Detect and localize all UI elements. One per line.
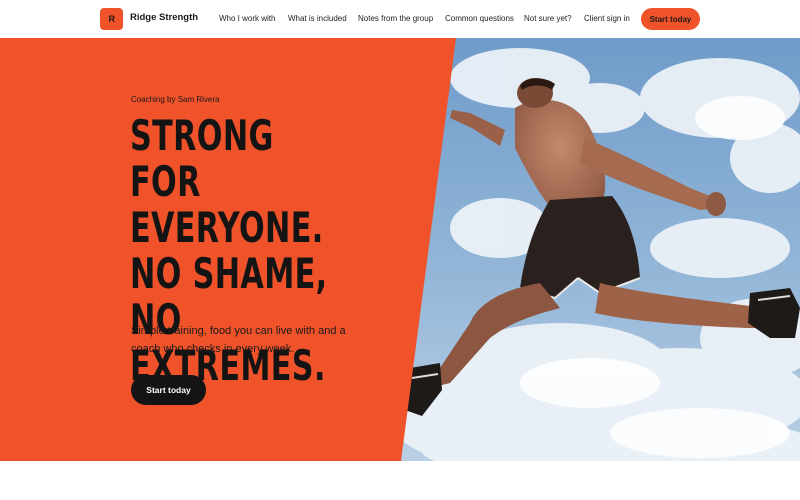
nav-link-client-sign-in[interactable]: Client sign in [584,14,630,23]
hero-start-today-button[interactable]: Start today [131,375,206,405]
nav-link-common-questions[interactable]: Common questions [445,14,514,23]
below-hero-area [0,461,800,500]
site-header: R Ridge Strength Who I work with What is… [0,0,800,38]
hero-eyebrow: Coaching by Sam Rivera [131,95,220,104]
brand-name[interactable]: Ridge Strength [130,12,198,23]
nav-link-notes-from-the-group[interactable]: Notes from the group [358,14,433,23]
nav-link-who-i-work-with[interactable]: Who I work with [219,14,275,23]
logo-mark[interactable]: R [100,8,123,30]
header-start-today-button[interactable]: Start today [641,8,700,30]
nav-link-what-is-included[interactable]: What is included [288,14,347,23]
orange-diagonal-panel [0,38,456,461]
hero-subcopy: Simple training, food you can live with … [131,325,346,355]
nav-link-not-sure-yet[interactable]: Not sure yet? [524,14,572,23]
hero-section: Coaching by Sam Rivera Strong for everyo… [0,38,800,461]
